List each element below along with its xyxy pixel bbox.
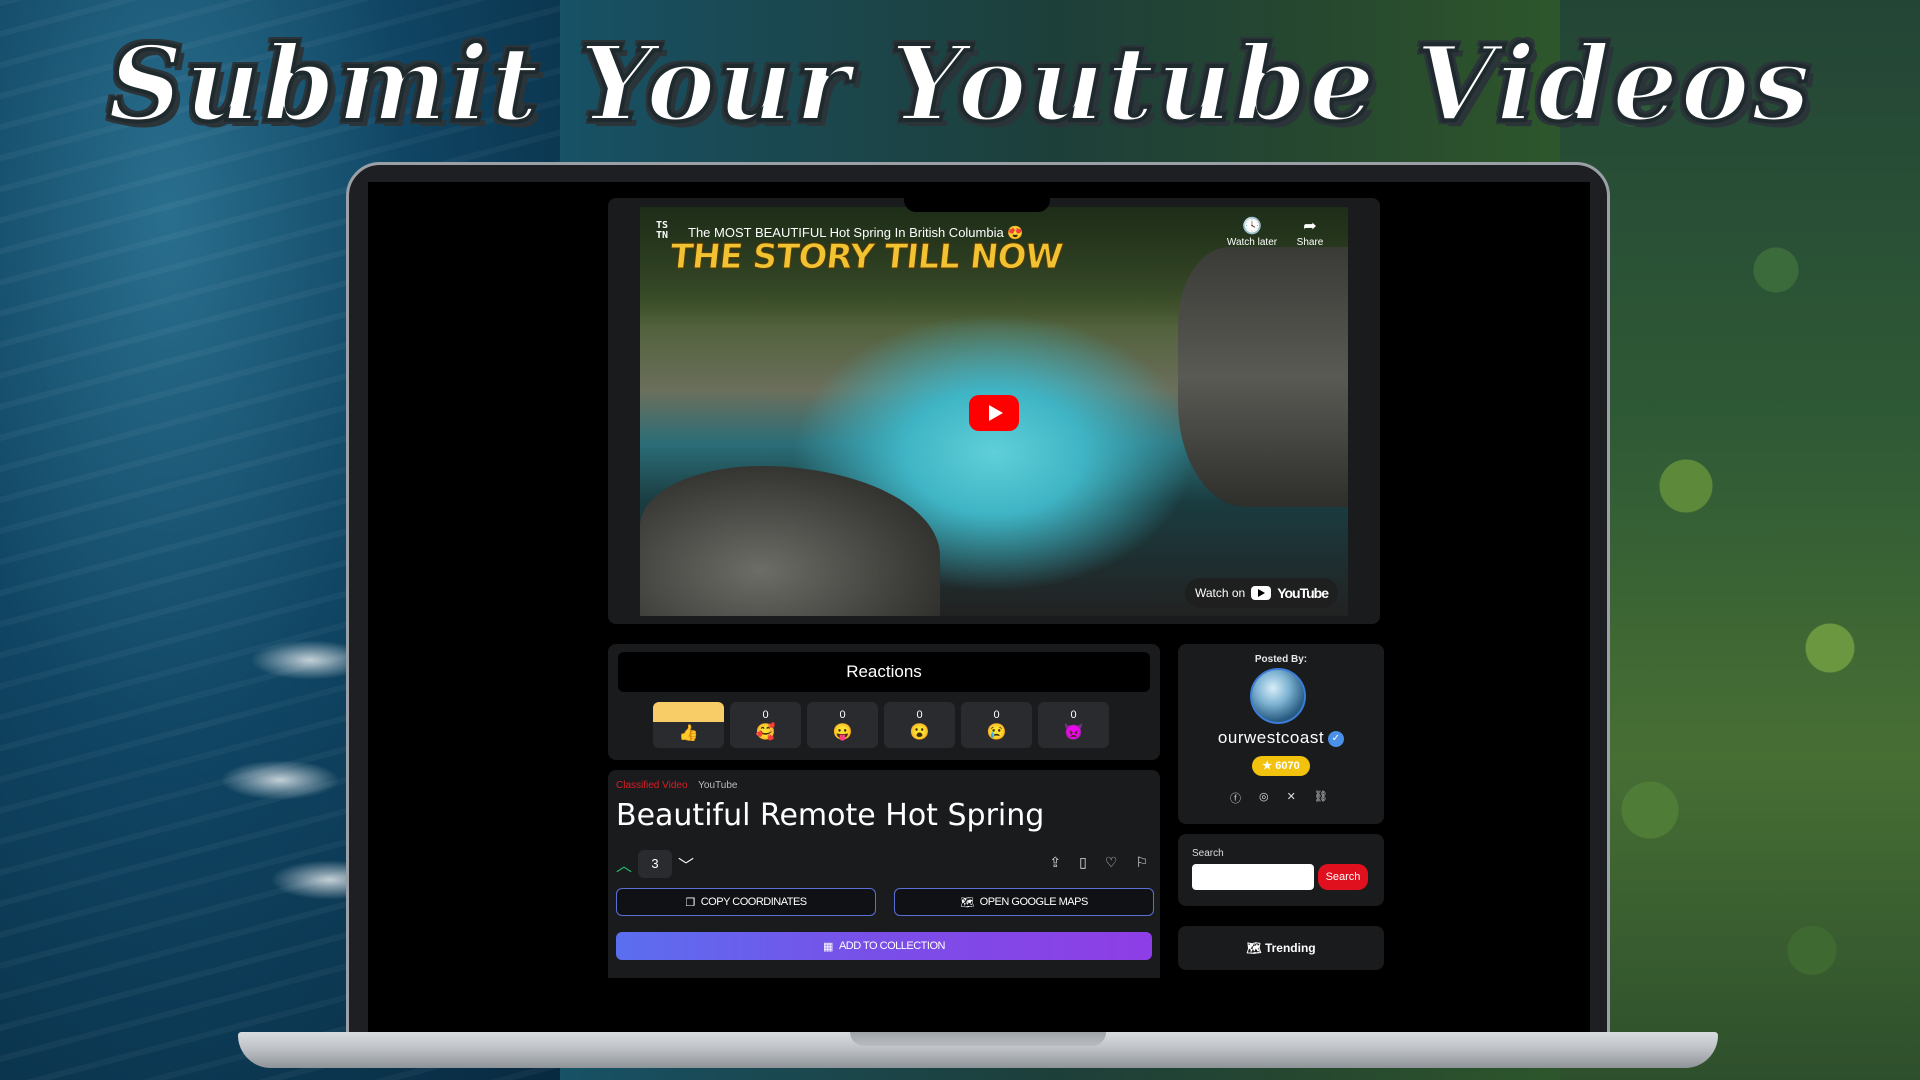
watch-later-button[interactable]: 🕓 Watch later	[1222, 217, 1282, 248]
source-label: YouTube	[698, 780, 738, 791]
reaction-count: 0	[916, 709, 923, 721]
share-label: Share	[1296, 237, 1324, 248]
youtube-logo-icon	[1251, 586, 1272, 600]
watch-on-youtube-button[interactable]: Watch on YouTube	[1184, 578, 1338, 608]
trending-label: Trending	[1264, 941, 1316, 955]
downvote-chevron-icon[interactable]: ﹀	[678, 852, 694, 876]
watch-on-label: Watch on	[1194, 586, 1246, 600]
video-scene-rock	[640, 466, 940, 616]
social-links: ⓕ ◎ ✕ ⛓	[1230, 790, 1328, 806]
laptop-screen: TS TN The MOST BEAUTIFUL Hot Spring In Br…	[368, 182, 1590, 1032]
surf-foam	[220, 760, 340, 800]
search-card: Search Search	[1178, 834, 1384, 906]
reaction-count: 0	[993, 709, 1000, 721]
reaction-love-button[interactable]: 0 🥰	[730, 702, 801, 748]
watch-later-label: Watch later	[1226, 237, 1278, 248]
video-card: TS TN The MOST BEAUTIFUL Hot Spring In Br…	[608, 198, 1380, 624]
link-icon[interactable]: ⛓	[1314, 790, 1328, 806]
promo-headline: Submit Your Youtube Videos	[106, 20, 1813, 147]
share-icon[interactable]: ⇪	[1049, 854, 1061, 871]
surprised-face-icon: 😮	[909, 724, 930, 741]
reaction-count: 0	[762, 709, 769, 721]
laptop-hinge-dip	[850, 1032, 1106, 1046]
reaction-wow-button[interactable]: 0 😮	[884, 702, 955, 748]
post-details-card: Classified Video YouTube Beautiful Remot…	[608, 770, 1160, 978]
avatar[interactable]	[1250, 668, 1306, 724]
copy-coordinates-button[interactable]: ❐ COPY COORDINATES	[616, 888, 876, 916]
post-meta: Classified Video YouTube	[616, 780, 737, 791]
vote-count: 3	[638, 850, 673, 878]
play-button[interactable]	[969, 395, 1019, 431]
add-to-collection-button[interactable]: ▦ ADD TO COLLECTION	[616, 932, 1152, 960]
bookmark-icon[interactable]: ▯	[1079, 854, 1087, 871]
copy-icon: ❐	[685, 896, 695, 909]
instagram-icon[interactable]: ◎	[1259, 790, 1269, 806]
map-icon: 🗺	[960, 896, 974, 909]
video-overlay-text: THE STORY TILL NOW	[667, 237, 1065, 278]
verified-check-icon: ✓	[1328, 730, 1345, 747]
reaction-tongue-button[interactable]: 0 😛	[807, 702, 878, 748]
copy-coordinates-label: COPY COORDINATES	[700, 896, 807, 908]
collection-icon: ▦	[823, 940, 833, 953]
search-button[interactable]: Search	[1318, 864, 1368, 890]
reaction-buttons: 2 👍 0 🥰 0 😛 0 😮 0 😢 0 👿	[653, 702, 1109, 748]
sad-face-icon: 😢	[986, 724, 1007, 741]
search-input[interactable]	[1192, 864, 1314, 890]
heart-icon[interactable]: ♡	[1105, 854, 1118, 871]
vote-control: ︿ 3 ﹀	[616, 850, 694, 878]
reaction-count: 0	[1070, 709, 1077, 721]
reactions-card: Reactions 2 👍 0 🥰 0 😛 0 😮 0 😢 0 👿	[608, 644, 1160, 760]
youtube-embed[interactable]: TS TN The MOST BEAUTIFUL Hot Spring In Br…	[640, 207, 1348, 616]
post-actions: ⇪ ▯ ♡ ⚐	[1049, 854, 1148, 871]
camera-notch	[904, 182, 1050, 212]
category-link[interactable]: Classified Video	[616, 780, 688, 791]
username-row: ourwestcoast ✓	[1178, 728, 1384, 748]
reaction-count: 2	[653, 702, 724, 722]
facebook-icon[interactable]: ⓕ	[1230, 790, 1241, 806]
reaction-count: 0	[839, 709, 846, 721]
upvote-chevron-icon[interactable]: ︿	[616, 852, 632, 876]
laptop-base	[238, 1032, 1718, 1068]
points-badge: ★ 6070	[1252, 756, 1310, 776]
flag-icon[interactable]: ⚐	[1135, 854, 1148, 871]
username-link[interactable]: ourwestcoast	[1218, 728, 1324, 747]
trending-button[interactable]: 🗺 Trending	[1178, 926, 1384, 970]
thumbs-up-icon: 👍	[678, 725, 699, 742]
reaction-sad-button[interactable]: 0 😢	[961, 702, 1032, 748]
open-google-maps-button[interactable]: 🗺 OPEN GOOGLE MAPS	[894, 888, 1154, 916]
video-scene-rock	[1178, 247, 1348, 507]
post-title: Beautiful Remote Hot Spring	[616, 798, 1045, 833]
open-google-maps-label: OPEN GOOGLE MAPS	[979, 896, 1089, 908]
posted-by-label: Posted By:	[1254, 654, 1308, 665]
share-arrow-icon: ➦	[1303, 218, 1317, 235]
tongue-face-icon: 😛	[832, 724, 853, 741]
search-label: Search	[1192, 848, 1224, 859]
reactions-heading: Reactions	[618, 652, 1150, 692]
map-icon: 🗺	[1246, 941, 1262, 955]
youtube-wordmark: YouTube	[1277, 585, 1329, 601]
smiling-hearts-icon: 🥰	[755, 724, 776, 741]
forest-background	[1560, 0, 1920, 1080]
angry-devil-icon: 👿	[1063, 724, 1084, 741]
add-to-collection-label: ADD TO COLLECTION	[838, 940, 946, 952]
clock-icon: 🕓	[1242, 218, 1262, 235]
share-button[interactable]: ➦ Share	[1280, 217, 1340, 248]
reaction-angry-button[interactable]: 0 👿	[1038, 702, 1109, 748]
reaction-thumbs-up-button[interactable]: 2 👍	[653, 702, 724, 748]
channel-logo[interactable]: TS TN	[656, 221, 668, 241]
posted-by-card: Posted By: ourwestcoast ✓ ★ 6070 ⓕ ◎ ✕ ⛓	[1178, 644, 1384, 824]
x-twitter-icon[interactable]: ✕	[1287, 790, 1296, 806]
